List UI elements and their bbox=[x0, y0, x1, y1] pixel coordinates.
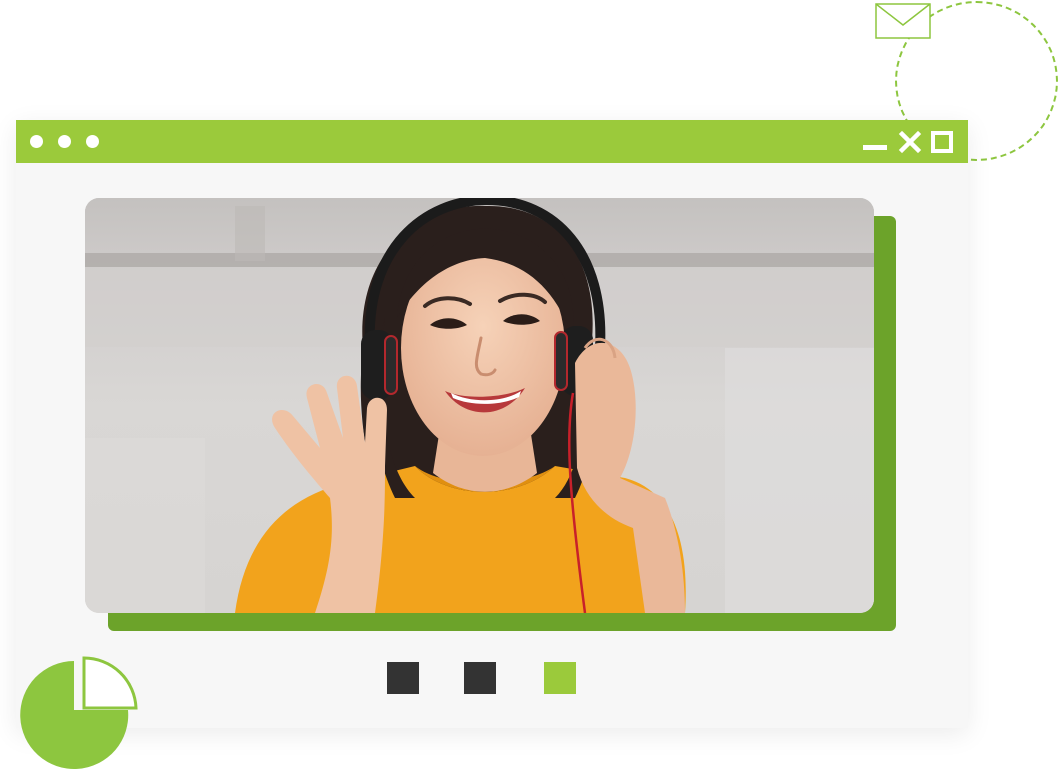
app-window bbox=[16, 120, 968, 728]
participant-video-image bbox=[85, 198, 874, 613]
pie-chart-icon bbox=[20, 656, 138, 769]
call-controls bbox=[16, 662, 968, 694]
window-dot-1 bbox=[30, 135, 43, 148]
window-titlebar[interactable] bbox=[16, 120, 968, 163]
stage bbox=[0, 0, 1060, 771]
control-button-1[interactable] bbox=[387, 662, 419, 694]
control-button-3[interactable] bbox=[544, 662, 576, 694]
control-button-2[interactable] bbox=[464, 662, 496, 694]
window-dot-3 bbox=[86, 135, 99, 148]
window-dot-2 bbox=[58, 135, 71, 148]
video-feed[interactable] bbox=[85, 198, 874, 613]
minimize-icon[interactable] bbox=[862, 128, 888, 154]
maximize-icon[interactable] bbox=[930, 128, 954, 154]
mail-icon bbox=[875, 3, 931, 39]
close-icon[interactable] bbox=[898, 128, 922, 154]
